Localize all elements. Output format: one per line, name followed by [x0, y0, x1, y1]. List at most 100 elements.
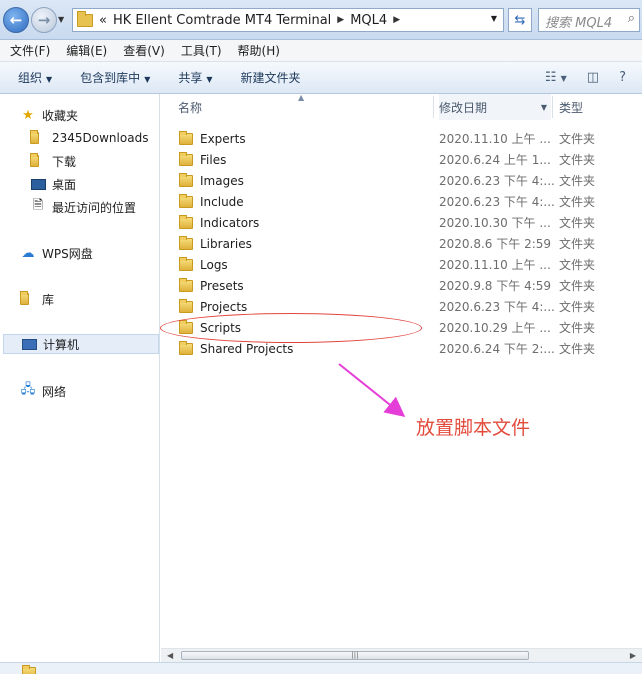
file-date: 2020.6.23 下午 4:...: [439, 174, 555, 188]
nav-network[interactable]: 🖧 网络: [20, 381, 66, 401]
share-button[interactable]: 共享 ▼: [178, 69, 212, 86]
file-row-indicators[interactable]: Indicators 2020.10.30 下午 ... 文件夹: [161, 212, 642, 233]
column-type[interactable]: 类型: [559, 94, 583, 120]
file-row-images[interactable]: Images 2020.6.23 下午 4:... 文件夹: [161, 170, 642, 191]
file-type: 文件夹: [559, 342, 596, 356]
file-date: 2020.10.30 下午 ...: [439, 216, 551, 230]
annotation-text: 放置脚本文件: [416, 417, 531, 439]
file-type: 文件夹: [559, 132, 596, 146]
chevron-down-icon: ▼: [540, 102, 547, 112]
nav-item-recent[interactable]: 🗎 最近访问的位置: [30, 197, 136, 217]
file-type: 文件夹: [559, 279, 596, 293]
cloud-icon: ☁: [21, 245, 35, 261]
file-date: 2020.8.6 下午 2:59: [439, 237, 552, 251]
history-dropdown-icon[interactable]: ▼: [58, 15, 64, 24]
file-date: 2020.6.24 上午 1...: [439, 153, 551, 167]
nav-wps[interactable]: ☁ WPS网盘: [20, 243, 93, 263]
column-date[interactable]: 修改日期 ▼: [439, 94, 551, 120]
chevron-down-icon: ▼: [144, 75, 151, 84]
back-button[interactable]: ←: [3, 7, 29, 33]
details-pane: [0, 662, 642, 674]
nav-item-2345downloads[interactable]: 2345Downloads: [30, 128, 148, 148]
breadcrumb-terminal[interactable]: HK Ellent Comtrade MT4 Terminal: [113, 13, 331, 28]
nav-computer[interactable]: 计算机: [3, 334, 159, 354]
menu-tools[interactable]: 工具(T): [181, 42, 222, 59]
forward-arrow-icon: →: [37, 11, 51, 29]
back-arrow-icon: ←: [9, 11, 23, 29]
folder-icon: [179, 151, 193, 166]
preview-pane-icon[interactable]: ◫: [587, 70, 599, 85]
nav-library[interactable]: 库: [20, 289, 54, 309]
file-date: 2020.10.29 上午 ...: [439, 321, 551, 335]
scroll-left-icon[interactable]: ◀: [167, 651, 173, 660]
file-row-presets[interactable]: Presets 2020.9.8 下午 4:59 文件夹: [161, 275, 642, 296]
file-name: Experts: [200, 131, 246, 146]
search-icon[interactable]: ⌕: [628, 11, 635, 26]
folder-icon: [179, 277, 193, 292]
nav-item-desktop[interactable]: 桌面: [30, 174, 76, 194]
search-placeholder: 搜索 MQL4: [545, 16, 613, 31]
file-name: Logs: [200, 257, 228, 272]
menu-bar: 文件(F) 编辑(E) 查看(V) 工具(T) 帮助(H): [0, 40, 642, 62]
folder-icon: [179, 214, 193, 229]
scrollbar-thumb[interactable]: |||: [181, 651, 529, 660]
organize-button[interactable]: 组织 ▼: [18, 69, 52, 86]
horizontal-scrollbar[interactable]: ◀ ||| ▶: [161, 648, 642, 662]
breadcrumb-arrow-icon[interactable]: ▶: [337, 15, 344, 25]
address-bar-area: ← → ▼ « HK Ellent Comtrade MT4 Terminal …: [0, 0, 642, 40]
file-row-logs[interactable]: Logs 2020.11.10 上午 ... 文件夹: [161, 254, 642, 275]
address-dropdown-icon[interactable]: ▼: [491, 14, 497, 23]
file-name: Images: [200, 173, 244, 188]
file-name: Libraries: [200, 236, 252, 251]
file-type: 文件夹: [559, 216, 596, 230]
highlight-ellipse: [160, 313, 422, 343]
include-library-button[interactable]: 包含到库中 ▼: [80, 69, 150, 86]
command-bar: 组织 ▼ 包含到库中 ▼ 共享 ▼ 新建文件夹 ☷ ▼ ◫ ?: [0, 62, 642, 94]
forward-button[interactable]: →: [31, 7, 57, 33]
computer-icon: [21, 338, 37, 350]
star-icon: ★: [22, 107, 34, 123]
file-type: 文件夹: [559, 174, 596, 188]
file-name: Files: [200, 152, 227, 167]
network-icon: 🖧: [20, 382, 36, 397]
refresh-button[interactable]: ⇆: [508, 8, 532, 32]
file-name: Presets: [200, 278, 244, 293]
view-options-icon[interactable]: ☷ ▼: [545, 70, 567, 85]
file-date: 2020.11.10 上午 ...: [439, 258, 551, 272]
chevron-down-icon: ▼: [206, 75, 213, 84]
address-field[interactable]: « HK Ellent Comtrade MT4 Terminal ▶ MQL4…: [72, 8, 504, 32]
breadcrumb-mql4[interactable]: MQL4: [350, 13, 387, 28]
file-row-files[interactable]: Files 2020.6.24 上午 1... 文件夹: [161, 149, 642, 170]
breadcrumb-arrow-icon[interactable]: ▶: [393, 15, 400, 25]
menu-file[interactable]: 文件(F): [10, 42, 50, 59]
file-type: 文件夹: [559, 258, 596, 272]
nav-item-downloads[interactable]: 下载: [30, 151, 76, 171]
file-type: 文件夹: [559, 321, 596, 335]
file-type: 文件夹: [559, 300, 596, 314]
help-icon[interactable]: ?: [619, 70, 626, 85]
folder-icon: [77, 10, 93, 27]
menu-help[interactable]: 帮助(H): [238, 42, 280, 59]
chevron-down-icon: ▼: [46, 75, 53, 84]
new-folder-button[interactable]: 新建文件夹: [241, 69, 301, 86]
folder-icon: [30, 130, 39, 144]
breadcrumb-overflow[interactable]: «: [99, 13, 107, 28]
file-type: 文件夹: [559, 195, 596, 209]
file-type: 文件夹: [559, 153, 596, 167]
file-row-include[interactable]: Include 2020.6.23 下午 4:... 文件夹: [161, 191, 642, 212]
annotation-arrow-icon: [338, 363, 406, 417]
menu-edit[interactable]: 编辑(E): [66, 42, 107, 59]
scroll-right-icon[interactable]: ▶: [630, 651, 636, 660]
folder-icon: [179, 340, 193, 355]
menu-view[interactable]: 查看(V): [123, 42, 165, 59]
file-row-libraries[interactable]: Libraries 2020.8.6 下午 2:59 文件夹: [161, 233, 642, 254]
nav-favorites[interactable]: ★ 收藏夹: [20, 105, 78, 125]
folder-icon: [179, 193, 193, 208]
file-type: 文件夹: [559, 237, 596, 251]
search-input[interactable]: 搜索 MQL4 ⌕: [538, 8, 640, 32]
folder-icon: [179, 298, 193, 313]
folder-icon: [179, 130, 193, 145]
recent-places-icon: 🗎: [32, 198, 44, 213]
column-name[interactable]: 名称: [178, 94, 202, 120]
file-row-experts[interactable]: Experts 2020.11.10 上午 ... 文件夹: [161, 128, 642, 149]
